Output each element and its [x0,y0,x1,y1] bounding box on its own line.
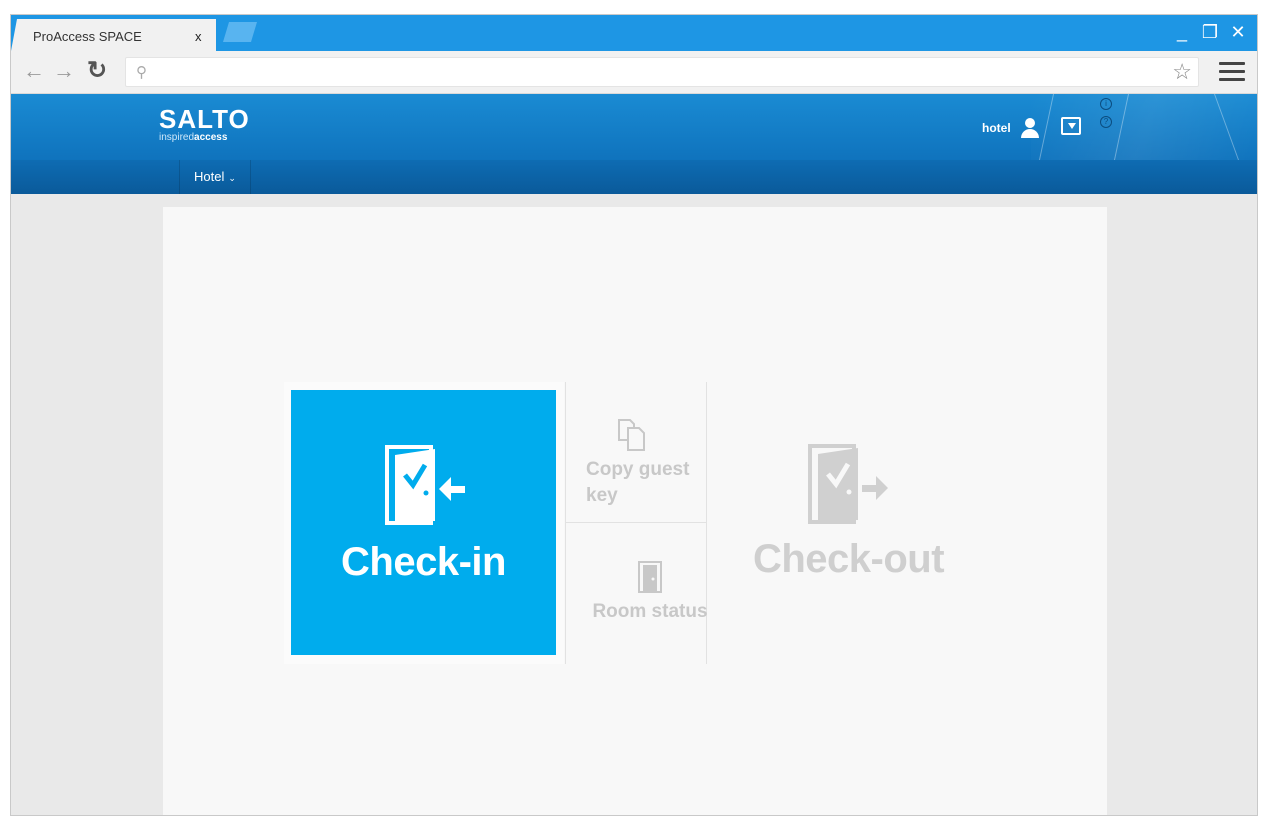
forward-arrow-icon[interactable]: → [53,60,75,82]
copy-guest-key-tile[interactable]: Copy guest key [586,418,726,509]
check-in-label: Check-in [341,540,506,584]
reload-icon[interactable]: ↻ [87,59,107,83]
logo-tagline-1: inspired [159,132,195,143]
room-status-tile[interactable]: Room status [580,560,720,625]
user-name: hotel [982,121,1011,135]
tab-title: ProAccess SPACE [33,29,142,44]
hotel-menu-label: Hotel [194,169,225,184]
copy-document-icon [618,419,645,451]
user-menu[interactable]: hotel [982,118,1039,138]
back-arrow-icon[interactable]: ← [23,60,45,82]
chevron-down-icon: ⌄ [228,173,236,183]
app-navigation: Hotel ⌄ [11,160,1257,194]
check-in-tile-body: Check-in [291,390,556,655]
restore-button[interactable]: ❐ [1201,21,1219,43]
room-status-label: Room status [592,601,708,622]
hotel-menu[interactable]: Hotel ⌄ [179,160,251,194]
close-window-button[interactable]: ✕ [1229,21,1247,43]
window-controls: _ ❐ ✕ [1173,21,1247,43]
hotel-actions: Check-in Copy guest key Room status Chec… [284,382,945,664]
check-out-tile[interactable]: Check-out [706,382,946,664]
check-in-door-icon [385,445,465,525]
copy-guest-key-label: Copy guest key [586,459,690,506]
new-tab-button[interactable] [223,22,257,42]
app-header: SALTO inspiredaccess hotel i ? [11,94,1257,160]
address-input[interactable] [158,62,1162,84]
info-icon[interactable]: i [1100,98,1112,110]
logo-tagline-2: access [194,132,228,143]
help-icon[interactable]: ? [1100,116,1112,128]
tile-divider [565,522,706,523]
browser-tab[interactable]: ProAccess SPACE x [11,19,216,51]
user-icon[interactable] [1020,118,1039,138]
check-in-tile[interactable]: Check-in [284,382,564,664]
browser-window: ProAccess SPACE x _ ❐ ✕ ← → ↻ ⚲ ☆ SALTO [10,14,1258,816]
app-page: SALTO inspiredaccess hotel i ? Hotel ⌄ C… [11,94,1257,815]
check-out-label: Check-out [752,537,945,581]
address-bar[interactable]: ⚲ ☆ [125,57,1199,87]
tab-bar: ProAccess SPACE x _ ❐ ✕ [11,15,1257,51]
room-door-icon [638,561,662,593]
salto-logo: SALTO inspiredaccess [159,106,250,143]
check-out-door-icon [808,444,888,524]
logo-text: SALTO [159,104,250,134]
bookmark-star-icon[interactable]: ☆ [1172,59,1192,85]
minimize-button[interactable]: _ [1173,21,1191,43]
tile-divider [565,382,566,664]
search-icon: ⚲ [136,64,147,81]
content-panel: Check-in Copy guest key Room status Chec… [163,207,1107,815]
tab-close-button[interactable]: x [195,29,202,44]
download-icon[interactable] [1061,117,1081,135]
browser-toolbar: ← → ↻ ⚲ ☆ [11,51,1257,94]
browser-menu-icon[interactable] [1219,62,1245,86]
